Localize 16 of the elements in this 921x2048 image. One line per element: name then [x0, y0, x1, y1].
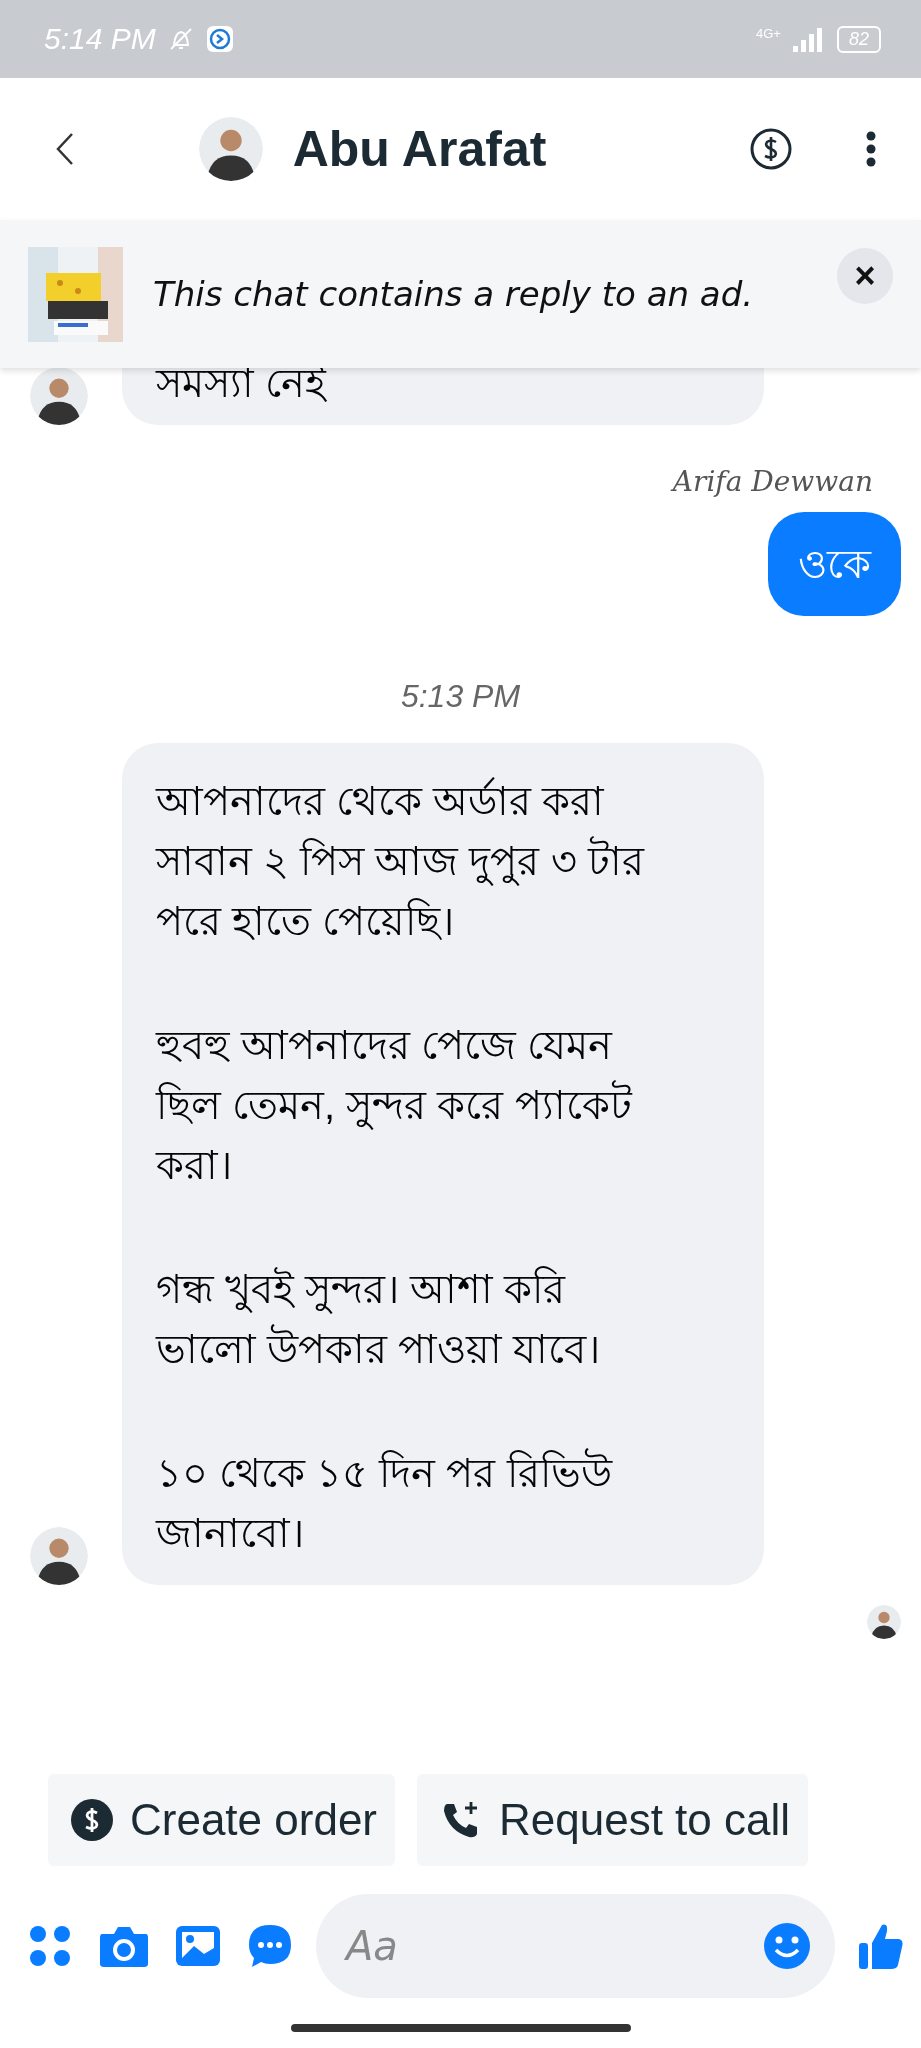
contact-name[interactable]: Abu Arafat [292, 120, 547, 178]
dollar-icon [70, 1798, 114, 1842]
message-text: হুবহু আপনাদের পেজে যেমন ছিল তেমন, সুন্দর করে প্যাকেট করা। [156, 1022, 634, 1189]
message-text: গন্ধ খুবই সুন্দর। আশা করি ভালো উপকার পাওয়া যাবে। [156, 1265, 602, 1373]
emoji-icon[interactable] [763, 1922, 811, 1970]
sender-name: Arifa Dewwan [672, 465, 873, 498]
close-button[interactable]: × [837, 248, 893, 304]
message-text: আপনাদের থেকে অর্ডার করা সাবান ২ পিস আজ দুপুর ৩ টার পরে হাতে পেয়েছি। [156, 776, 646, 945]
message-text: ওকে [798, 541, 871, 588]
timestamp: 5:13 PM [400, 678, 521, 715]
request-call-button[interactable]: Request to call [417, 1774, 809, 1866]
create-order-button[interactable]: Create order [48, 1774, 395, 1866]
avatar-icon [198, 117, 263, 181]
ad-reply-notice: This chat contains a reply to an ad. [153, 274, 755, 314]
message-text: ১০ থেকে ১৫ দিন পর রিভিউ জানাবো। [156, 1443, 656, 1563]
app-notification-icon [205, 25, 234, 53]
